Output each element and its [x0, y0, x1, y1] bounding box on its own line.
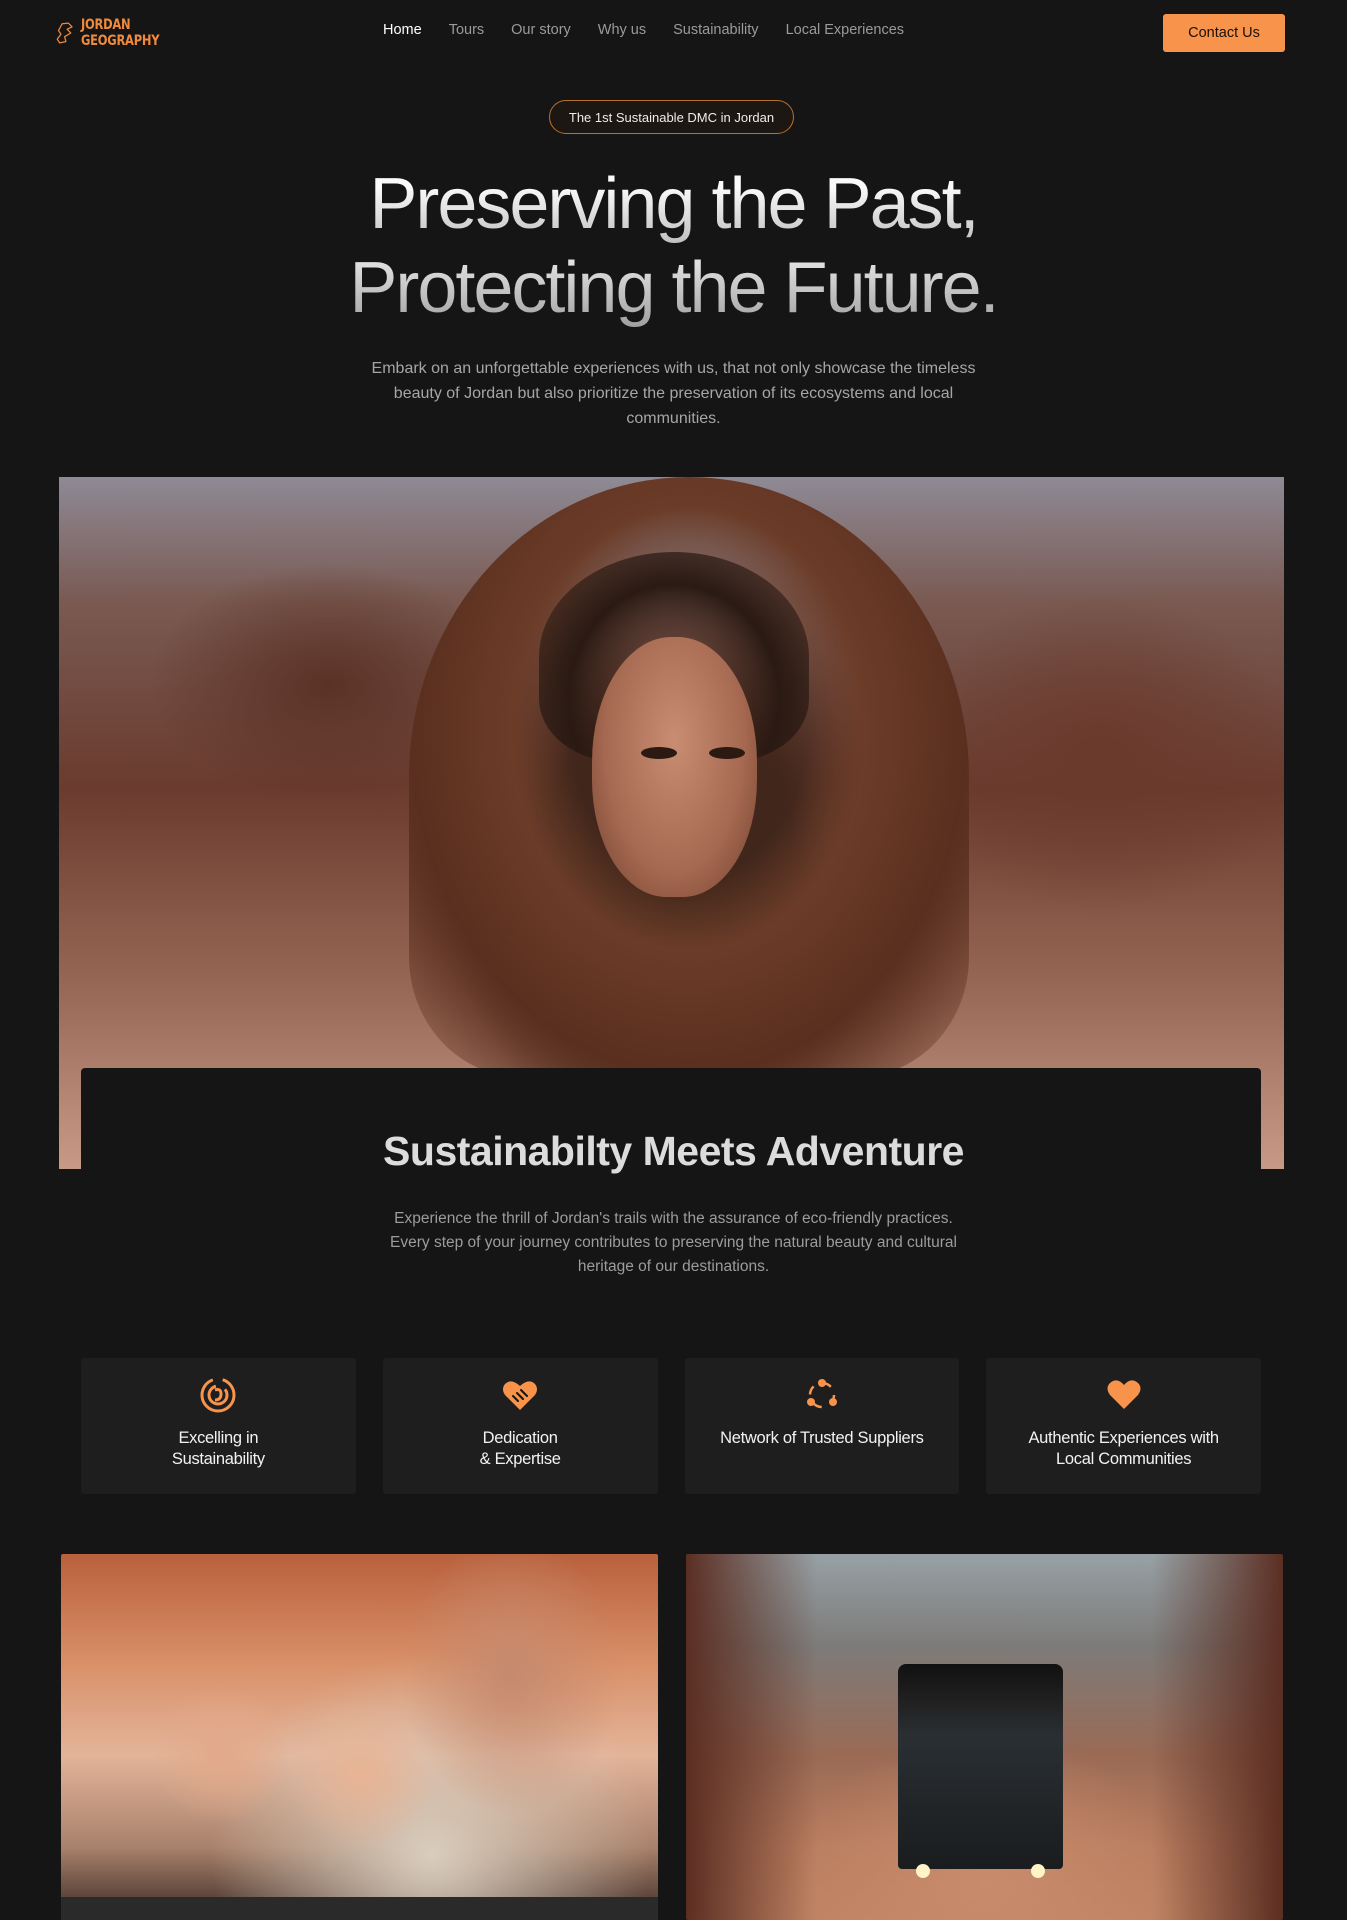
- jeep-headlight-right: [1031, 1864, 1045, 1878]
- contact-us-button[interactable]: Contact Us: [1163, 14, 1285, 52]
- handshake-heart-icon: [503, 1381, 538, 1410]
- jordan-map-icon: [56, 22, 73, 44]
- family-photo-caption-bar: [61, 1897, 658, 1920]
- feature-label: Authentic Experiences with Local Communi…: [1028, 1429, 1219, 1468]
- hero-title-line2: Protecting the Future.: [0, 246, 1347, 330]
- nav-links: Home Tours Our story Why us Sustainabili…: [383, 22, 904, 38]
- sustainability-icon: [200, 1377, 236, 1413]
- top-navigation: JORDAN GEOGRAPHY Home Tours Our story Wh…: [0, 0, 1347, 66]
- jeep-shape: [898, 1664, 1063, 1878]
- brand-logo[interactable]: JORDAN GEOGRAPHY: [56, 14, 176, 52]
- jeep-photo: [686, 1554, 1283, 1920]
- left-eye-shape: [641, 747, 677, 759]
- feature-label: Excelling in Sustainability: [171, 1429, 265, 1468]
- brand-name-line2: GEOGRAPHY: [80, 33, 160, 49]
- brand-name: JORDAN GEOGRAPHY: [80, 17, 160, 49]
- hero-badge: The 1st Sustainable DMC in Jordan: [549, 100, 794, 134]
- brand-name-line1: JORDAN: [80, 17, 131, 33]
- nav-link-local-experiences[interactable]: Local Experiences: [786, 22, 905, 38]
- nav-link-sustainability[interactable]: Sustainability: [673, 22, 758, 38]
- feature-card-authentic: Authentic Experiences with Local Communi…: [986, 1358, 1261, 1494]
- hero-portrait-image: [59, 477, 1284, 1169]
- feature-card-dedication: Dedication & Expertise: [382, 1358, 658, 1494]
- nav-link-home[interactable]: Home: [383, 22, 422, 38]
- feature-label: Network of Trusted Suppliers: [720, 1429, 924, 1447]
- family-photo: [61, 1554, 658, 1920]
- feature-card-network: Network of Trusted Suppliers: [684, 1358, 960, 1494]
- nav-link-why-us[interactable]: Why us: [598, 22, 646, 38]
- feature-card-sustainability: Excelling in Sustainability: [81, 1358, 356, 1494]
- section-subtitle: Experience the thrill of Jordan's trails…: [390, 1210, 957, 1275]
- nav-link-tours[interactable]: Tours: [449, 22, 484, 38]
- hero-title-line1: Preserving the Past,: [0, 162, 1347, 246]
- nav-link-our-story[interactable]: Our story: [511, 22, 571, 38]
- feature-cards: Excelling in Sustainability Dedication &…: [81, 1358, 1261, 1494]
- intro-card: [81, 1068, 1261, 1338]
- right-eye-shape: [709, 747, 745, 759]
- face-shape: [592, 637, 757, 897]
- heart-icon: [1107, 1380, 1141, 1409]
- feature-label: Dedication & Expertise: [479, 1429, 561, 1468]
- jeep-headlight-left: [916, 1864, 930, 1878]
- hero-title: Preserving the Past, Protecting the Futu…: [0, 162, 1347, 330]
- hero-subtitle: Embark on an unforgettable experiences w…: [371, 360, 976, 427]
- network-icon: [806, 1379, 837, 1409]
- section-title: Sustainabilty Meets Adventure: [383, 1128, 964, 1174]
